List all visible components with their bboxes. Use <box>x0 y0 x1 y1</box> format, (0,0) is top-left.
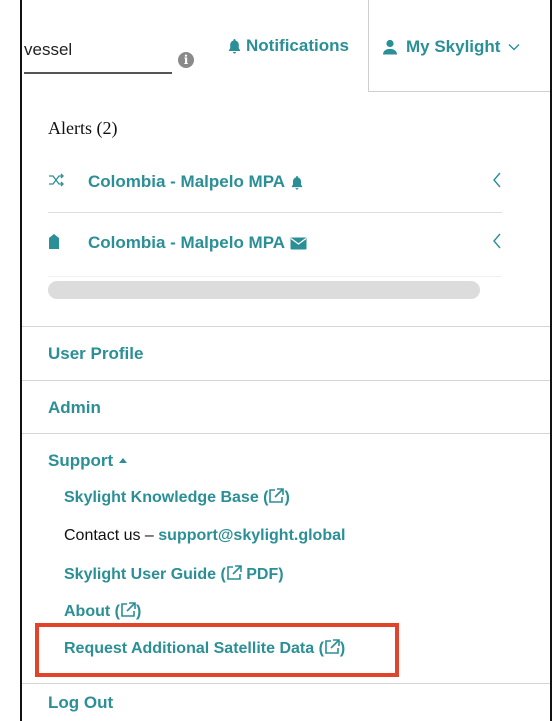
notifications-label: Notifications <box>246 36 349 55</box>
user-guide-suffix: PDF) <box>241 566 284 583</box>
user-guide-link[interactable]: Skylight User Guide ( PDF) <box>64 565 284 584</box>
admin-link[interactable]: Admin <box>48 398 101 418</box>
alert-item[interactable]: Colombia - Malpelo MPA <box>48 213 502 273</box>
shuffle-icon <box>48 173 88 191</box>
caret-up-icon <box>118 458 127 463</box>
notifications-button[interactable]: Notifications <box>227 36 349 56</box>
alert-label: Colombia - Malpelo MPA <box>88 172 286 191</box>
external-link-icon <box>269 488 285 503</box>
search-input[interactable] <box>24 32 164 68</box>
chevron-left-icon[interactable] <box>492 171 502 194</box>
section-divider <box>22 683 550 684</box>
my-skylight-label: My Skylight <box>406 37 501 56</box>
section-divider <box>22 433 550 434</box>
alert-label: Colombia - Malpelo MPA <box>88 233 286 252</box>
search-field[interactable] <box>24 32 172 74</box>
info-icon[interactable]: i <box>178 52 194 68</box>
section-divider <box>22 380 550 381</box>
contact-us-row: Contact us – support@skylight.global <box>64 527 345 545</box>
external-link-icon <box>227 565 242 580</box>
section-divider <box>22 326 550 327</box>
menu-frame: i Notifications My Skylight Alerts (2) <box>20 0 552 721</box>
external-link-icon <box>121 602 136 617</box>
alert-item[interactable]: Colombia - Malpelo MPA <box>48 152 502 212</box>
contact-us-label: Contact us – <box>64 527 154 544</box>
envelope-icon <box>290 237 307 249</box>
chevron-down-icon <box>508 44 520 51</box>
my-skylight-tab[interactable]: My Skylight <box>368 0 550 92</box>
about-link[interactable]: About ( ) <box>64 602 141 621</box>
external-link-icon <box>325 639 340 654</box>
bell-icon <box>291 175 303 189</box>
row-divider <box>48 276 502 277</box>
bell-icon <box>229 39 240 54</box>
support-email-link[interactable]: support@skylight.global <box>158 527 345 544</box>
user-guide-label: Skylight User Guide ( <box>64 566 226 583</box>
about-label: About ( <box>64 603 120 620</box>
support-label: Support <box>48 451 114 470</box>
knowledge-base-label: Skylight Knowledge Base ( <box>64 489 269 506</box>
request-satellite-data-label: Request Additional Satellite Data ( <box>64 640 324 657</box>
log-out-link[interactable]: Log Out <box>48 693 113 713</box>
request-satellite-data-link[interactable]: Request Additional Satellite Data ( ) <box>64 639 345 658</box>
marker-icon <box>48 233 88 254</box>
support-toggle[interactable]: Support <box>48 451 128 471</box>
knowledge-base-link[interactable]: Skylight Knowledge Base ( ) <box>64 488 290 507</box>
alerts-heading: Alerts (2) <box>48 118 118 138</box>
chevron-left-icon[interactable] <box>492 232 502 255</box>
user-icon <box>383 39 397 55</box>
loading-placeholder <box>48 281 480 299</box>
user-profile-link[interactable]: User Profile <box>48 344 143 364</box>
top-bar: i Notifications My Skylight <box>22 0 550 92</box>
